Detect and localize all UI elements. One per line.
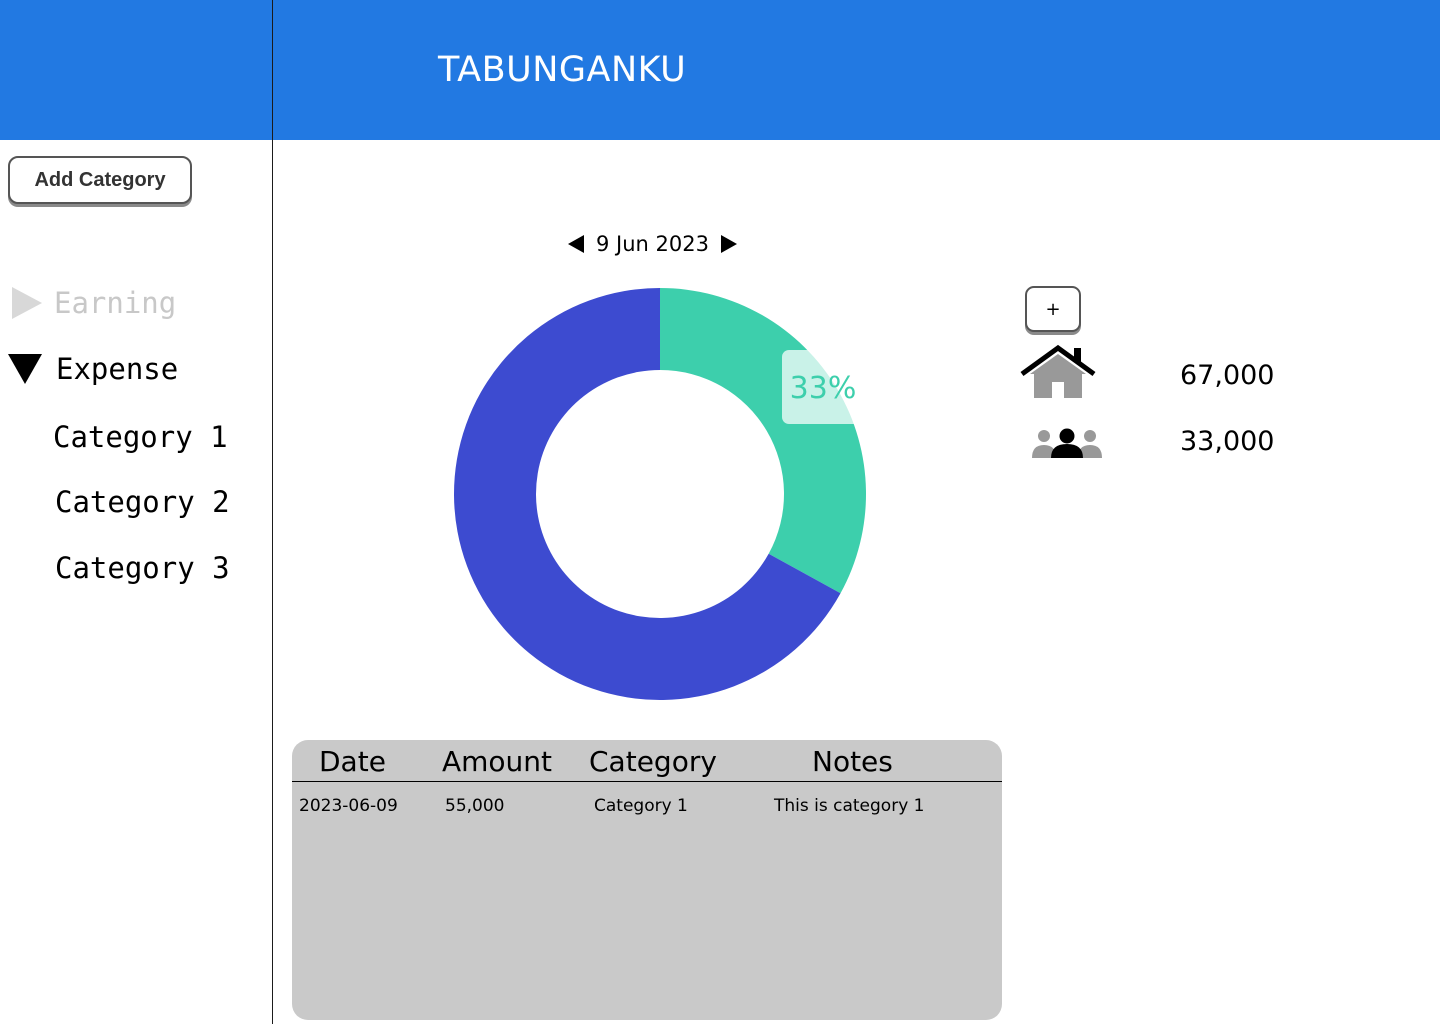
table-header: Date Amount Category Notes: [292, 740, 1002, 782]
date-navigator: 9 Jun 2023: [568, 232, 737, 256]
sidebar-item-category-3[interactable]: Category 3: [55, 551, 230, 585]
slice-label-text: 33%: [790, 371, 857, 406]
cell-date: 2023-06-09: [299, 796, 398, 816]
summary-value-people: 33,000: [1180, 426, 1275, 457]
sidebar-item-category-2[interactable]: Category 2: [55, 485, 230, 519]
column-header-category: Category: [589, 745, 717, 778]
house-icon: [1020, 344, 1096, 398]
current-date: 9 Jun 2023: [596, 232, 709, 256]
cell-amount: 55,000: [445, 796, 505, 816]
sidebar-item-label: Earning: [54, 286, 177, 320]
donut-chart: 33%: [454, 288, 866, 700]
add-category-button[interactable]: Add Category: [8, 156, 192, 204]
expand-right-icon: [12, 287, 42, 319]
cell-category: Category 1: [594, 796, 688, 816]
people-icon: [1032, 428, 1102, 458]
column-header-date: Date: [319, 745, 386, 778]
previous-date-icon[interactable]: [568, 235, 584, 253]
column-header-notes: Notes: [812, 745, 893, 778]
sidebar-item-label: Expense: [56, 352, 179, 386]
sidebar-item-category-1[interactable]: Category 1: [53, 420, 228, 454]
add-entry-button[interactable]: +: [1025, 286, 1081, 332]
sidebar-item-expense[interactable]: Expense: [8, 352, 178, 386]
cell-notes: This is category 1: [774, 796, 925, 816]
slice-label: 33%: [782, 350, 866, 424]
app-title: TABUNGANKU: [438, 50, 687, 90]
next-date-icon[interactable]: [720, 235, 737, 253]
sidebar-item-earning[interactable]: Earning: [12, 286, 176, 320]
transactions-table: Date Amount Category Notes 2023-06-09 55…: [292, 740, 1002, 1020]
header-divider: [272, 0, 273, 140]
donut-slice-1[interactable]: [660, 288, 866, 594]
column-header-amount: Amount: [442, 745, 553, 778]
summary-value-house: 67,000: [1180, 360, 1275, 391]
app-header: TABUNGANKU: [0, 0, 1440, 140]
sidebar-divider: [272, 140, 273, 1024]
collapse-down-icon: [8, 354, 42, 384]
